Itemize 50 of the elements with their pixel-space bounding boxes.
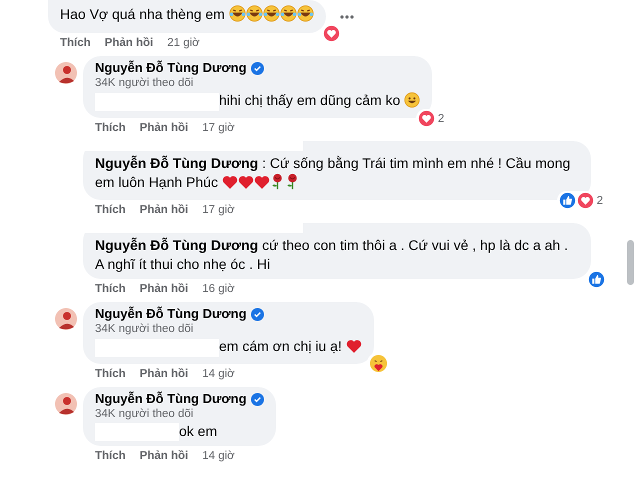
hugging-face-icon (368, 354, 388, 373)
laughing-face-icon (280, 5, 297, 22)
heart-icon (346, 339, 362, 354)
author-name[interactable]: Nguyễn Đỗ Tùng Dương (95, 306, 247, 322)
timestamp: 17 giờ (202, 121, 235, 135)
like-link[interactable]: Thích (95, 121, 126, 135)
comment-text: em cám ơn chị iu ạ! (219, 337, 362, 359)
heart-icon (254, 175, 270, 190)
follower-count: 34K người theo dõi (95, 76, 194, 90)
laughing-face-icon (262, 5, 280, 22)
like-link[interactable]: Thích (95, 203, 126, 217)
like-reaction-icon (588, 271, 605, 288)
comment-text: Nguyễn Đỗ Tùng Dương cứ theo con tim thôi a . Cứ vui vẻ , hp là dc a ah . A nghĩ ít thui cho nhẹ óc . Hi (95, 236, 569, 274)
reply-link[interactable]: Phản hồi (140, 203, 188, 217)
timestamp: 16 giờ (202, 282, 235, 296)
follower-count: 34K người theo dõi (95, 322, 194, 336)
author-name[interactable]: Nguyễn Đỗ Tùng Dương (95, 60, 247, 76)
heart-reaction-icon (576, 192, 594, 209)
more-icon[interactable] (340, 14, 354, 18)
avatar[interactable] (55, 62, 77, 84)
laughing-face-icon (246, 5, 263, 22)
comment-text: ok em (179, 422, 218, 441)
follower-count: 34K người theo dõi (95, 407, 194, 421)
laughing-face-icon (296, 5, 314, 22)
heart-icon (222, 175, 238, 190)
comment-text: Nguyễn Đỗ Tùng Dương : Cứ sống bằng Trái tim mình em nhé ! Cầu mong em luôn Hạnh Phúc (95, 154, 572, 192)
heart-reaction-icon (418, 110, 435, 127)
reply-link[interactable]: Phản hồi (104, 36, 154, 50)
timestamp: 14 giờ (202, 367, 235, 381)
comment-text: Hao Vợ quá nha thèng em (60, 5, 314, 27)
heart-reaction-icon (322, 25, 340, 42)
author-name[interactable]: Nguyễn Đỗ Tùng Dương (95, 391, 247, 407)
reply-link[interactable]: Phản hồi (140, 282, 188, 296)
timestamp: 14 giờ (202, 449, 235, 463)
like-link[interactable]: Thích (95, 449, 126, 463)
laughing-face-icon (228, 5, 246, 22)
like-link[interactable]: Thích (95, 367, 126, 381)
scrollbar-thumb[interactable] (627, 240, 634, 285)
reply-link[interactable]: Phản hồi (140, 367, 188, 381)
like-link[interactable]: Thích (95, 282, 126, 296)
timestamp: 21 giờ (167, 36, 200, 50)
heart-icon (238, 175, 254, 190)
smiling-face-icon (404, 92, 420, 108)
reply-link[interactable]: Phản hồi (140, 449, 188, 463)
like-link[interactable]: Thích (60, 36, 91, 50)
avatar[interactable] (55, 393, 77, 415)
timestamp: 17 giờ (202, 203, 235, 217)
reply-link[interactable]: Phản hồi (140, 121, 188, 135)
like-reaction-icon (558, 192, 576, 209)
avatar[interactable] (55, 308, 77, 330)
